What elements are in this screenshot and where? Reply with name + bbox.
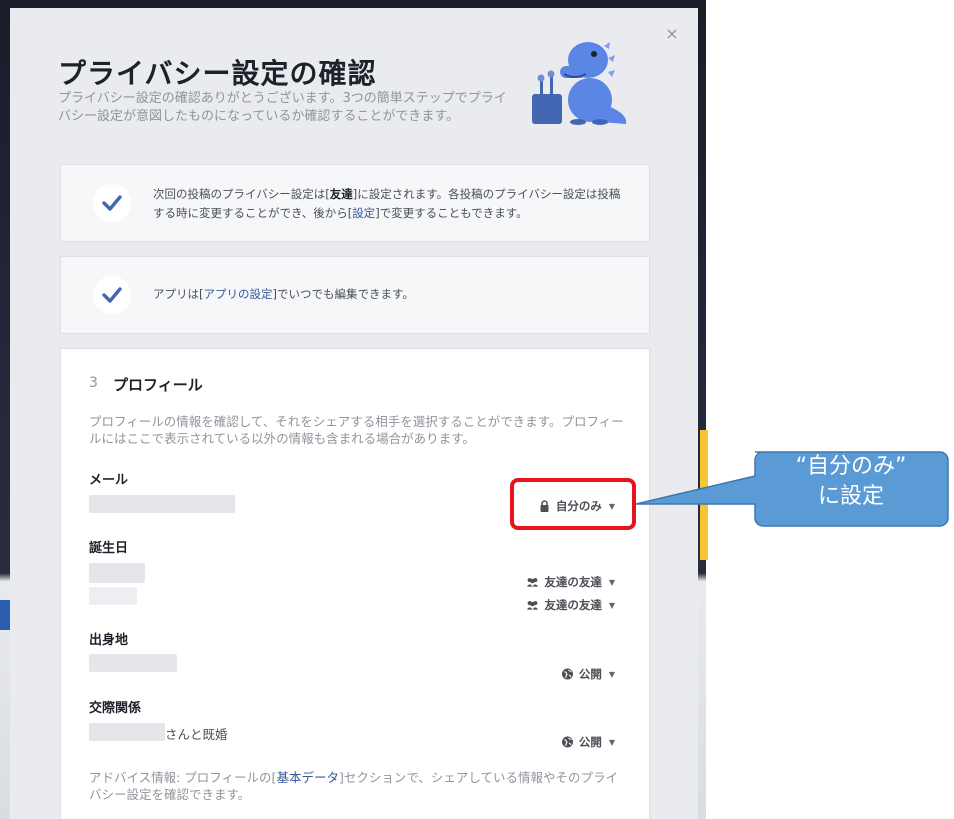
chevron-down-icon: ▼ xyxy=(608,600,615,610)
redacted-birthday-value xyxy=(89,563,145,583)
default-audience-text: 次回の投稿のプライバシー設定は[友達]に設定されます。各投稿のプライバシー設定は… xyxy=(153,187,621,220)
redacted-email-value xyxy=(89,495,235,513)
globe-icon xyxy=(561,668,573,680)
field-label-relationship: 交際関係 xyxy=(89,701,142,716)
app-settings-text: アプリは[アプリの設定]でいつでも編集できます。 xyxy=(153,287,414,301)
audience-friends-label: 友達 xyxy=(329,187,353,201)
profile-step-card: 3 プロフィール プロフィールの情報を確認して、それをシェアする相手を選択するこ… xyxy=(60,348,650,819)
redacted-partner-name xyxy=(89,723,165,741)
audience-selector-birth-year[interactable]: 友達の友達 ▼ xyxy=(526,597,615,613)
redacted-birth-year-value xyxy=(89,587,137,605)
field-label-email: メール xyxy=(89,473,129,488)
audience-selector-birthday[interactable]: 友達の友達 ▼ xyxy=(526,574,615,590)
dinosaur-mascot-icon xyxy=(532,42,627,125)
checkmark-icon xyxy=(93,276,131,314)
dialog-subtitle: プライバシー設定の確認ありがとうございます。3つの簡単ステップでプライバシー設定… xyxy=(58,91,507,124)
relationship-status-text: さんと既婚 xyxy=(165,727,228,742)
field-label-hometown: 出身地 xyxy=(89,633,129,648)
callout-line-2: に設定 xyxy=(817,484,884,509)
field-label-birthday: 誕生日 xyxy=(89,541,129,556)
chevron-down-icon: ▼ xyxy=(608,577,615,587)
close-icon[interactable]: × xyxy=(664,26,680,42)
redacted-hometown-value xyxy=(89,654,177,672)
settings-link[interactable]: 設定 xyxy=(352,206,375,220)
advice-text: アドバイス情報: プロフィールの[基本データ]セクションで、シェアしている情報や… xyxy=(89,770,618,802)
step-number: 3 xyxy=(89,375,98,391)
default-audience-card: 次回の投稿のプライバシー設定は[友達]に設定されます。各投稿のプライバシー設定は… xyxy=(60,164,650,242)
chevron-down-icon: ▼ xyxy=(608,737,615,747)
audience-selector-relationship[interactable]: 公開 ▼ xyxy=(561,734,615,750)
step-title: プロフィール xyxy=(113,376,203,394)
dialog-title: プライバシー設定の確認 xyxy=(58,57,377,90)
basic-info-link[interactable]: 基本データ xyxy=(276,770,339,785)
app-settings-link[interactable]: アプリの設定 xyxy=(204,287,273,301)
profile-description: プロフィールの情報を確認して、それをシェアする相手を選択することができます。プロ… xyxy=(89,414,624,446)
highlight-box xyxy=(510,478,636,530)
audience-selector-hometown[interactable]: 公開 ▼ xyxy=(561,666,615,682)
chevron-down-icon: ▼ xyxy=(608,669,615,679)
callout-line-1: “自分のみ” xyxy=(795,454,907,479)
privacy-checkup-dialog: × プライバシー設定の確認 プライバシー設定の確認ありがとうございます。3つの簡… xyxy=(10,8,698,819)
callout-text: “自分のみ” に設定 xyxy=(755,452,947,526)
backdrop-stripe xyxy=(0,600,10,630)
friends-icon xyxy=(527,601,539,610)
app-settings-card: アプリは[アプリの設定]でいつでも編集できます。 xyxy=(60,256,650,334)
globe-icon xyxy=(561,736,573,748)
checkmark-icon xyxy=(93,184,131,222)
friends-icon xyxy=(527,578,539,587)
